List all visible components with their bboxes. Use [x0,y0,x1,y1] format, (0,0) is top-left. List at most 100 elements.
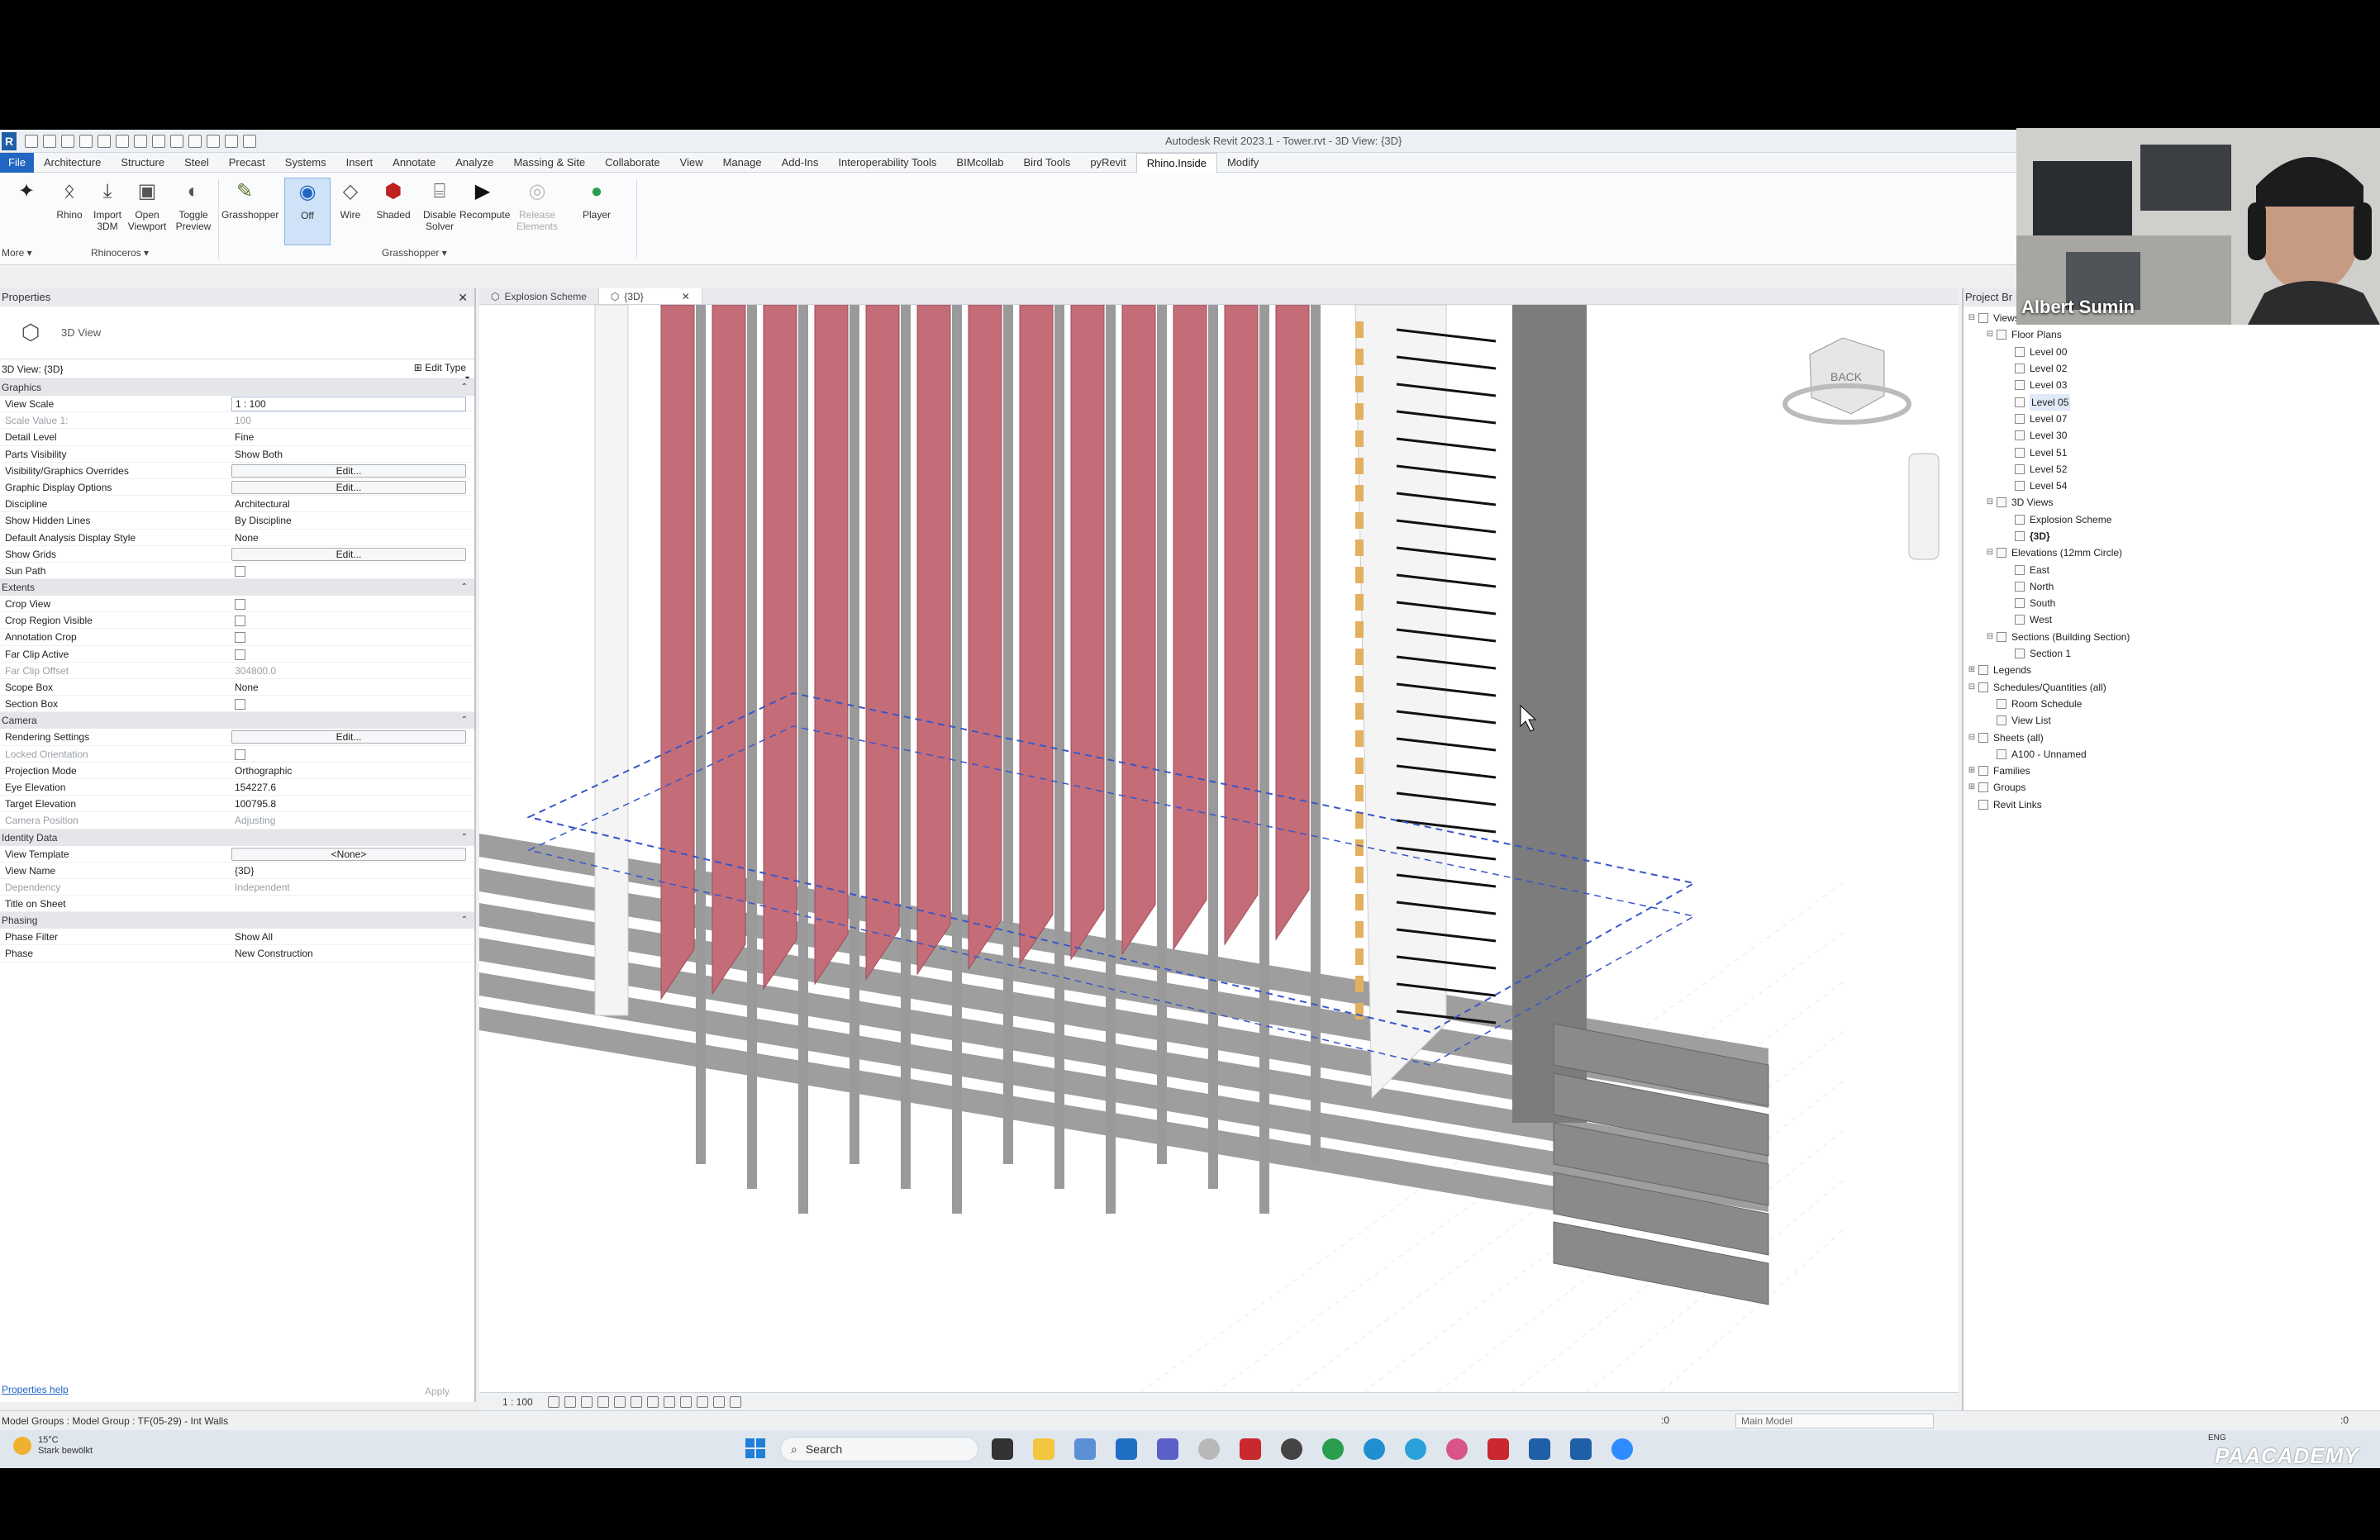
filezilla-icon[interactable] [1240,1438,1261,1460]
worksharing-icon[interactable] [696,1395,708,1408]
property-value[interactable]: 1 : 100 [230,396,474,411]
clock-app-icon[interactable] [1198,1438,1220,1460]
ribbon-tab-view[interactable]: View [670,153,713,173]
browser-node[interactable]: Level 00 [1963,344,2380,360]
collapse-icon[interactable]: ⌃ [461,829,468,846]
panel-label-grasshopper[interactable]: Grasshopper ▾ [382,247,447,259]
chrome-profile-icon[interactable] [1446,1438,1468,1460]
browser-node[interactable]: Section 1 [1963,645,2380,662]
snipping-tool-icon[interactable] [1074,1438,1096,1460]
ribbon-button-release-elements[interactable]: ◎ Release Elements [514,178,560,233]
property-value[interactable]: Edit... [230,479,474,495]
ribbon-tab-architecture[interactable]: Architecture [34,153,111,173]
property-value[interactable] [230,696,474,711]
expand-toggle-icon[interactable]: ⊟ [1967,730,1977,746]
crop-icon[interactable] [646,1395,659,1408]
shadows-icon[interactable] [597,1395,609,1408]
browser-node[interactable]: ⊟ Sheets (all) [1963,729,2380,745]
browser-node[interactable]: Level 02 [1963,360,2380,377]
teams-icon[interactable] [1157,1438,1178,1460]
browser-node[interactable]: East [1963,561,2380,578]
zoom-icon[interactable] [1611,1438,1633,1460]
browser-node[interactable]: View List [1963,712,2380,729]
browser-node[interactable]: North [1963,578,2380,595]
property-value[interactable]: By Discipline [230,512,474,528]
property-value[interactable]: {3D} [230,863,474,878]
edit-button[interactable]: Edit... [231,463,466,478]
ribbon-tab-steel[interactable]: Steel [174,153,219,173]
browser-node[interactable]: ⊟ Elevations (12mm Circle) [1963,544,2380,561]
open-icon[interactable] [25,134,38,148]
expand-toggle-icon[interactable]: ⊞ [1967,779,1977,796]
checkbox[interactable] [235,699,245,711]
apply-button[interactable]: Apply [425,1386,450,1397]
section-extents[interactable]: Extents ⌃ [0,579,474,597]
property-value[interactable]: 154227.6 [230,779,474,795]
ribbon-button-toggle-preview[interactable]: ◐ Toggle Preview [170,178,217,233]
chrome-icon[interactable] [1322,1438,1344,1460]
browser-node[interactable]: ⊞ Families [1963,763,2380,779]
visual-style-icon[interactable] [564,1395,576,1408]
type-selector[interactable]: ⬡ 3D View ▾ [0,307,474,383]
ribbon-button-open-viewport[interactable]: ▣ Open Viewport [124,178,170,233]
view-tab[interactable]: ⬡ {3D} ✕ [598,288,702,304]
ribbon-tab-file[interactable]: File [0,152,34,173]
property-value[interactable]: None [230,530,474,545]
property-value[interactable]: Architectural [230,496,474,511]
browser-node[interactable]: Level 07 [1963,411,2380,427]
edit-button[interactable]: Edit... [231,547,466,561]
ribbon-tab-structure[interactable]: Structure [111,153,174,173]
ribbon-tab-systems[interactable]: Systems [275,153,336,173]
save-icon[interactable] [43,134,56,148]
property-value[interactable]: Edit... [230,729,474,744]
edge-icon[interactable] [1364,1438,1385,1460]
collapse-icon[interactable]: ⌃ [461,379,468,396]
section-phasing[interactable]: Phasing ⌃ [0,912,474,929]
render-icon[interactable] [613,1395,626,1408]
ribbon-button-grasshopper[interactable]: ✎ Grasshopper [221,178,278,221]
property-value[interactable]: 100795.8 [230,796,474,811]
browser-node[interactable]: ⊟ 3D Views [1963,494,2380,511]
switch-windows-icon[interactable] [243,134,256,148]
expand-toggle-icon[interactable]: ⊟ [1967,679,1977,696]
outlook-icon[interactable] [1116,1438,1137,1460]
view-tab[interactable]: ⬡ Explosion Scheme [479,288,599,304]
undo-icon[interactable] [79,134,93,148]
weather-widget[interactable]: 15°C Stark bewölkt [13,1435,93,1457]
temporary-hide-icon[interactable] [663,1395,675,1408]
browser-node[interactable]: A100 - Unnamed [1963,746,2380,763]
ribbon-tab-annotate[interactable]: Annotate [383,153,445,173]
property-value[interactable]: Edit... [230,463,474,478]
property-value[interactable]: Edit... [230,546,474,562]
checkbox[interactable] [235,632,245,644]
expand-toggle-icon[interactable]: ⊞ [1967,662,1977,678]
telegram-icon[interactable] [1405,1438,1426,1460]
lock-view-icon[interactable] [630,1395,642,1408]
browser-node[interactable]: {3D} [1963,528,2380,544]
ribbon-tab-bimcollab[interactable]: BIMcollab [946,153,1013,173]
collapse-icon[interactable]: ⌃ [461,579,468,596]
acrobat-icon[interactable] [1488,1438,1509,1460]
constraints-icon[interactable] [729,1395,741,1408]
ribbon-tab-precast[interactable]: Precast [219,153,275,173]
property-value[interactable] [230,646,474,662]
browser-node[interactable]: Room Schedule [1963,696,2380,712]
text-icon[interactable] [170,134,183,148]
section-graphics[interactable]: Graphics ⌃ [0,379,474,396]
analytical-model-icon[interactable] [712,1395,725,1408]
collapse-icon[interactable]: ⌃ [461,712,468,729]
task-view-icon[interactable] [992,1438,1013,1460]
properties-help-link[interactable]: Properties help [2,1384,69,1395]
reveal-hidden-icon[interactable] [679,1395,692,1408]
ribbon-tab-insert[interactable]: Insert [336,153,383,173]
detail-level-icon[interactable] [547,1395,559,1408]
checkbox[interactable] [235,565,245,577]
edit-button[interactable]: Edit... [231,480,466,494]
redo-icon[interactable] [98,134,111,148]
expand-toggle-icon[interactable]: ⊟ [1985,544,1995,561]
section-identity-data[interactable]: Identity Data ⌃ [0,829,474,846]
browser-node[interactable]: Level 54 [1963,478,2380,494]
property-value[interactable] [230,612,474,628]
ribbon-tab-add-ins[interactable]: Add-Ins [772,153,829,173]
browser-node[interactable]: ⊟ Sections (Building Section) [1963,629,2380,645]
